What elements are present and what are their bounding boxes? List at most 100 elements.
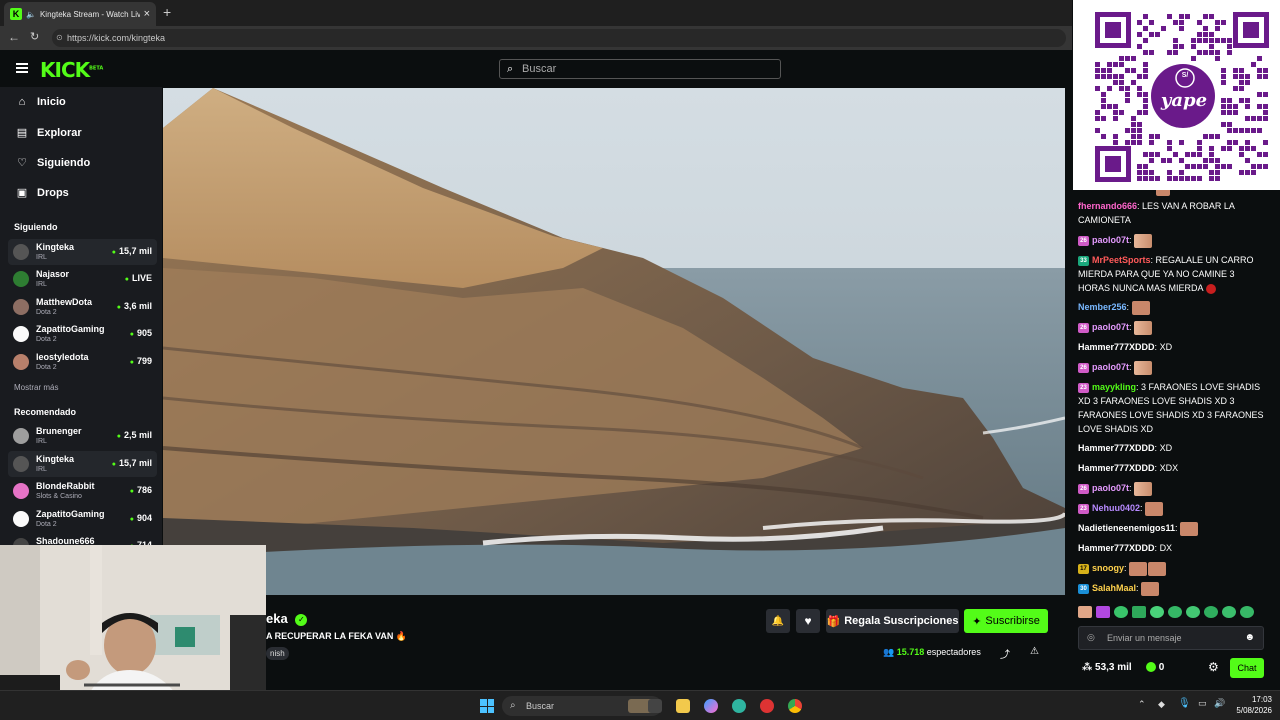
browser-tab[interactable]: K 🔈 Kingteka Stream - Watch Live × bbox=[4, 2, 156, 26]
clock[interactable]: 17:03 5/08/2026 bbox=[1230, 694, 1272, 716]
tray-chevron-icon[interactable]: ⌃ bbox=[1138, 699, 1146, 710]
emote-green-icon[interactable] bbox=[1114, 606, 1128, 618]
notification-bell-button[interactable]: 🔔 bbox=[766, 609, 790, 633]
recommended-title: Recomendado bbox=[14, 407, 77, 417]
avatar bbox=[13, 511, 29, 527]
channel-points[interactable]: ⁂ 53,3 mil bbox=[1082, 662, 1132, 673]
chat-username[interactable]: Hammer777XDDD bbox=[1078, 443, 1155, 453]
report-icon[interactable]: ⚠ bbox=[1030, 646, 1039, 657]
emote-hand-icon[interactable] bbox=[1078, 606, 1092, 618]
subscribe-button[interactable]: ✦ Suscribirse bbox=[964, 609, 1048, 633]
chrome-icon[interactable] bbox=[788, 699, 802, 713]
emote-purple-icon[interactable] bbox=[1096, 606, 1110, 618]
sub-badge: 26 bbox=[1078, 483, 1089, 494]
following-channel[interactable]: Kingteka IRL 15,7 mil bbox=[8, 239, 157, 265]
chat-username[interactable]: paolo07t bbox=[1092, 235, 1129, 245]
url-field[interactable]: ⊙ https://kick.com/kingteka bbox=[52, 29, 1066, 47]
emote-green-icon[interactable] bbox=[1222, 606, 1236, 618]
task-view-icon[interactable] bbox=[648, 699, 662, 713]
video-frame bbox=[163, 88, 1065, 595]
avatar bbox=[13, 354, 29, 370]
emote-green-icon[interactable] bbox=[1240, 606, 1254, 618]
chat-send-button[interactable]: Chat bbox=[1230, 658, 1264, 678]
emote-green-icon[interactable] bbox=[1168, 606, 1182, 618]
close-tab-icon[interactable]: × bbox=[144, 8, 150, 20]
sub-badge: 26 bbox=[1078, 235, 1089, 246]
volume-icon[interactable]: 🔊 bbox=[1214, 698, 1225, 709]
microphone-icon[interactable]: 🎙 bbox=[1178, 698, 1191, 709]
verified-icon: ✓ bbox=[295, 613, 308, 626]
kick-points[interactable]: 0 bbox=[1146, 662, 1164, 673]
sidebar-nav-explorar[interactable]: ▤ Explorar bbox=[16, 126, 82, 140]
viewer-count: 👥 15.718 espectadores bbox=[883, 647, 981, 657]
chat-username[interactable]: paolo07t bbox=[1092, 322, 1129, 332]
following-channel[interactable]: ZapatitoGaming Dota 2 905 bbox=[8, 321, 157, 347]
channel-name[interactable]: eka ✓ bbox=[266, 611, 308, 626]
sidebar-nav-siguiendo[interactable]: ♡ Siguiendo bbox=[16, 156, 90, 170]
chat-username[interactable]: Hammer777XDDD bbox=[1078, 543, 1155, 553]
back-icon[interactable]: ← bbox=[8, 30, 20, 44]
chat-message: 23 mayykling: 3 FARAONES LOVE SHADIS XD 3… bbox=[1078, 382, 1264, 434]
chat-username[interactable]: Nehuu0402 bbox=[1092, 503, 1140, 513]
face-emote bbox=[1145, 501, 1164, 516]
app-icon[interactable] bbox=[760, 699, 774, 713]
recommended-channel[interactable]: BlondeRabbit Slots & Casino 786 bbox=[8, 478, 157, 504]
chat-input[interactable]: ◎ Enviar un mensaje ☻ bbox=[1078, 626, 1264, 650]
sidebar-nav-inicio[interactable]: ⌂ Inicio bbox=[16, 96, 66, 108]
following-channel[interactable]: Najasor IRL LIVE bbox=[8, 266, 157, 292]
heart-icon: ♡ bbox=[17, 157, 27, 169]
kick-logo[interactable]: KICKBETA bbox=[40, 58, 103, 82]
language-tag[interactable]: nish bbox=[266, 647, 289, 660]
chat-username[interactable]: Nadietieneenemigos11 bbox=[1078, 523, 1175, 533]
yape-logo: yape bbox=[1160, 90, 1208, 111]
face-emote bbox=[1141, 581, 1160, 596]
gift-subs-button[interactable]: 🎁 Regala Suscripciones bbox=[826, 609, 959, 633]
sidebar-nav-drops[interactable]: ▣ Drops bbox=[16, 186, 69, 200]
emote-green-icon[interactable] bbox=[1204, 606, 1218, 618]
share-icon[interactable]: ⤴ bbox=[1000, 646, 1010, 661]
recommended-channel[interactable]: Shadoune666 714 bbox=[8, 533, 157, 545]
site-info-icon[interactable]: ⊙ bbox=[56, 29, 63, 47]
menu-icon[interactable] bbox=[16, 63, 28, 73]
chat-username[interactable]: Nember256 bbox=[1078, 302, 1127, 312]
tray-app-icon[interactable]: ◆ bbox=[1158, 699, 1165, 710]
settings-gear-icon[interactable]: ⚙ bbox=[1208, 660, 1219, 674]
bell-icon: 🔔 bbox=[771, 615, 785, 627]
pointing-hand-emote bbox=[1134, 233, 1153, 248]
following-channel[interactable]: MatthewDota Dota 2 3,6 mil bbox=[8, 294, 157, 320]
chat-username[interactable]: snoogy bbox=[1092, 563, 1124, 573]
chat-username[interactable]: mayykling bbox=[1092, 382, 1136, 392]
new-tab-button[interactable]: + bbox=[163, 4, 171, 20]
chat-username[interactable]: paolo07t bbox=[1092, 483, 1129, 493]
search-input[interactable]: ⌕ Buscar bbox=[499, 59, 781, 79]
video-player[interactable] bbox=[163, 88, 1065, 595]
following-channel[interactable]: leostyledota Dota 2 799 bbox=[8, 349, 157, 375]
sub-badge: 30 bbox=[1078, 583, 1089, 594]
recommended-channel[interactable]: Brunenger IRL 2,5 mil bbox=[8, 423, 157, 449]
chat-username[interactable]: Hammer777XDDD bbox=[1078, 342, 1155, 352]
follow-heart-button[interactable]: ♥ bbox=[796, 609, 820, 633]
emoji-icon[interactable]: ☻ bbox=[1244, 632, 1255, 643]
taskbar-search[interactable]: ⌕ Buscar bbox=[502, 696, 662, 716]
chat-username[interactable]: Hammer777XDDD bbox=[1078, 463, 1155, 473]
recommended-channel[interactable]: ZapatitoGaming Dota 2 904 bbox=[8, 506, 157, 532]
chat-panel: fhernando666: LES VAN A ROBAR LA CAMIONE… bbox=[1072, 190, 1280, 690]
emote-green-icon[interactable] bbox=[1150, 606, 1164, 618]
recommended-channel[interactable]: Kingteka IRL 15,7 mil bbox=[8, 451, 157, 477]
kick-coin-icon bbox=[1146, 662, 1156, 673]
windows-start-icon[interactable] bbox=[480, 699, 494, 713]
chat-username[interactable]: paolo07t bbox=[1092, 362, 1129, 372]
copilot-icon[interactable] bbox=[704, 699, 718, 713]
show-more-link[interactable]: Mostrar más bbox=[14, 383, 58, 392]
chat-username[interactable]: fhernando666 bbox=[1078, 201, 1137, 211]
chat-username[interactable]: MrPeetSports bbox=[1092, 255, 1151, 265]
emote-green-icon[interactable] bbox=[1132, 606, 1146, 618]
file-explorer-icon[interactable] bbox=[676, 699, 690, 713]
chat-username[interactable]: SalahMaal bbox=[1092, 583, 1136, 593]
network-icon[interactable]: ▭ bbox=[1198, 698, 1207, 709]
emote-bar bbox=[1078, 606, 1274, 620]
reload-icon[interactable]: ↻ bbox=[30, 30, 39, 43]
emote-green-icon[interactable] bbox=[1186, 606, 1200, 618]
speaker-icon[interactable]: 🔈 bbox=[26, 10, 36, 19]
edge-browser-icon[interactable] bbox=[732, 699, 746, 713]
